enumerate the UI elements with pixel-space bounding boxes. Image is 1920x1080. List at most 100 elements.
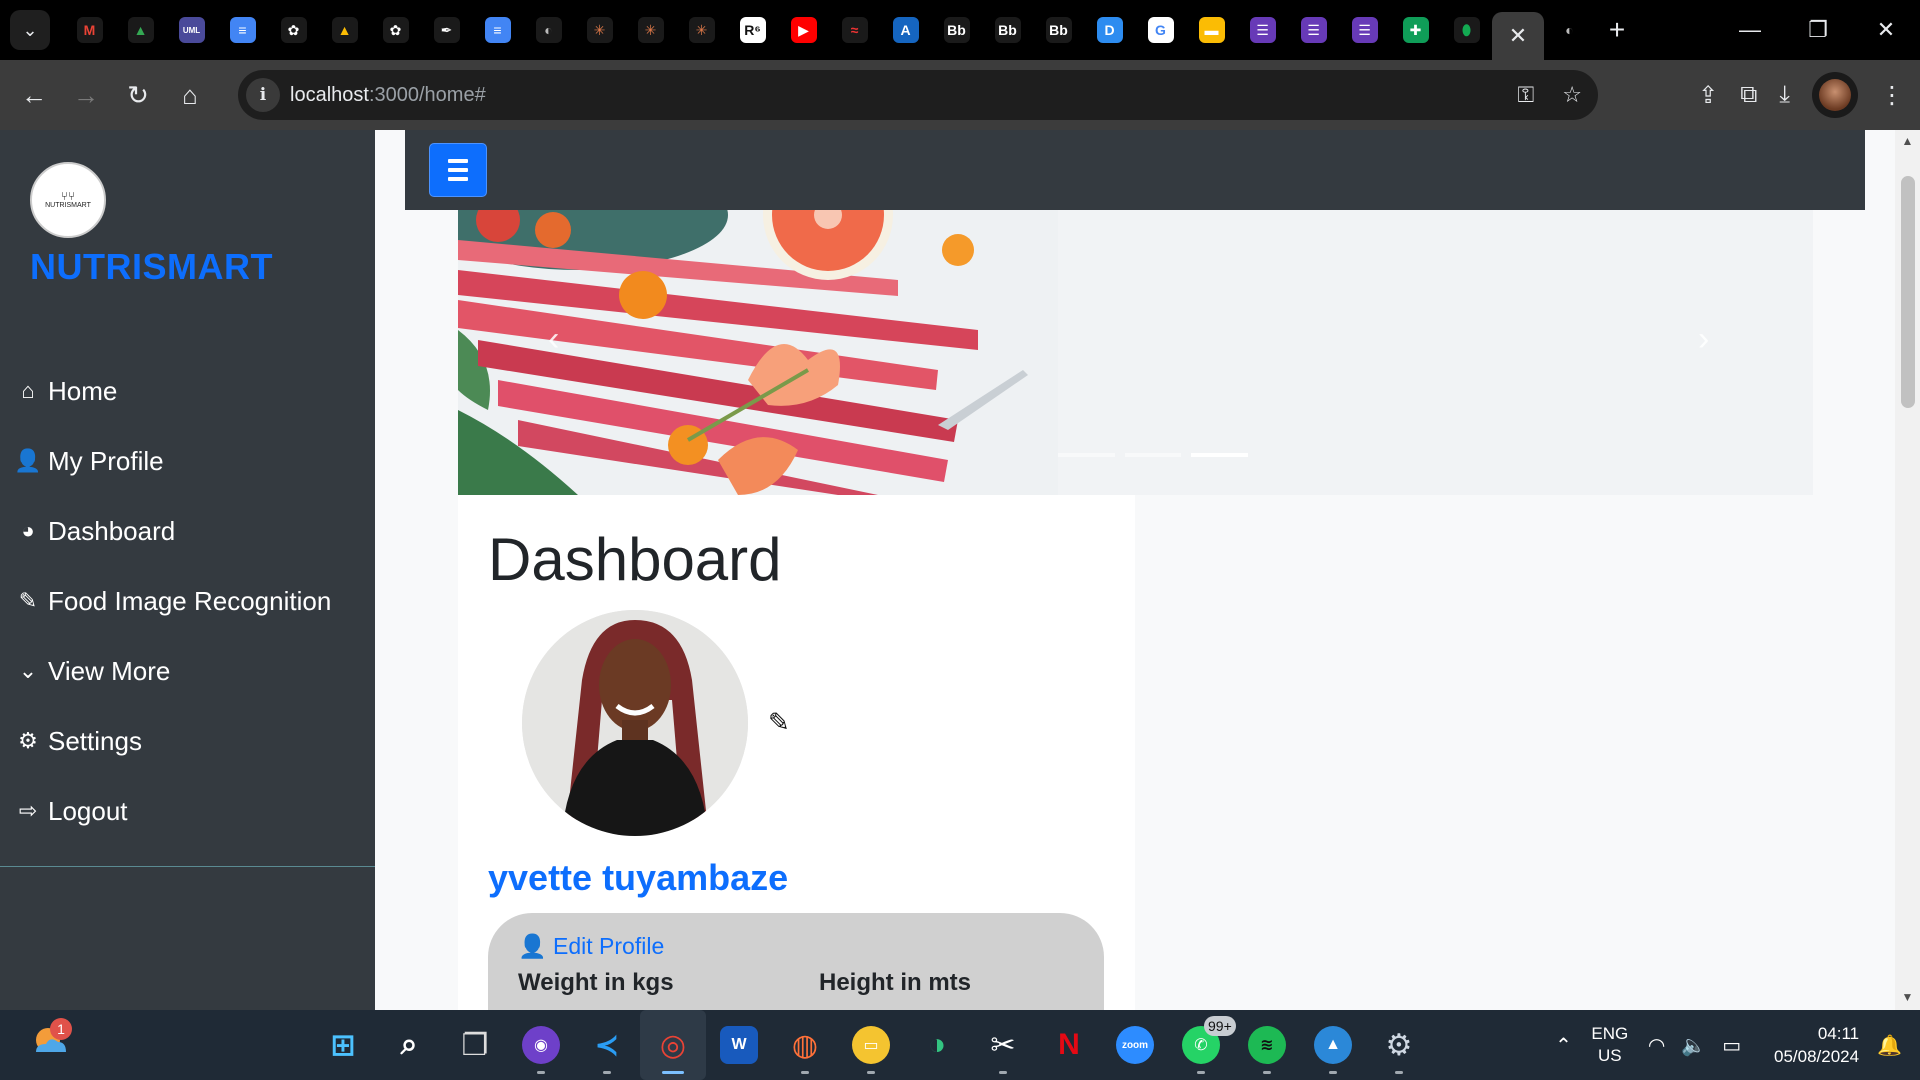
browser-tab[interactable]: ▲ xyxy=(115,8,166,52)
scroll-up-icon[interactable]: ▲ xyxy=(1895,134,1920,148)
sidebar-item-settings[interactable]: ⚙ Settings xyxy=(14,706,331,776)
edit-photo-pencil-icon[interactable]: ✎ xyxy=(768,707,790,738)
taskbar-file-explorer-button[interactable]: ▭ xyxy=(838,1010,904,1080)
kebab-menu-icon[interactable]: ⋮ xyxy=(1880,81,1904,110)
browser-tab[interactable]: ☰ xyxy=(1339,8,1390,52)
browser-tab[interactable]: M xyxy=(64,8,115,52)
browser-tab[interactable]: A xyxy=(880,8,931,52)
hamburger-menu-button[interactable] xyxy=(429,143,487,197)
taskbar-spotify-button[interactable]: ≋ xyxy=(1234,1010,1300,1080)
browser-tab[interactable]: R⁶ xyxy=(727,8,778,52)
taskbar-edge-button[interactable]: ◑ xyxy=(904,1010,970,1080)
taskbar-photos-button[interactable]: ▲ xyxy=(1300,1010,1366,1080)
browser-tab[interactable]: ▬ xyxy=(1186,8,1237,52)
scrollbar-thumb[interactable] xyxy=(1901,176,1915,408)
taskbar-settings-button[interactable]: ⚙ xyxy=(1366,1010,1432,1080)
sidebar-item-home[interactable]: ⌂ Home xyxy=(14,356,331,426)
language-indicator[interactable]: ENG US xyxy=(1580,1023,1640,1067)
taskbar-start-button-button[interactable]: ⊞ xyxy=(310,1010,376,1080)
taskbar-vscode-button[interactable]: ≺ xyxy=(574,1010,640,1080)
back-arrow-icon[interactable]: ← xyxy=(8,69,60,121)
scroll-down-icon[interactable]: ▼ xyxy=(1895,990,1920,1004)
browser-tab[interactable]: ✒ xyxy=(421,8,472,52)
sidebar-item-my-profile[interactable]: 👤 My Profile xyxy=(14,426,331,496)
browser-tab[interactable]: ⬮ xyxy=(1441,8,1492,52)
brand-name[interactable]: NUTRISMART xyxy=(30,246,273,288)
browser-tab[interactable]: ≈ xyxy=(829,8,880,52)
carousel-indicator[interactable] xyxy=(1058,453,1115,457)
taskbar-snipping-tool-button[interactable]: ✂ xyxy=(970,1010,1036,1080)
new-tab-button[interactable]: + xyxy=(1595,8,1639,52)
taskbar-chrome-button[interactable]: ◎ xyxy=(640,1010,706,1080)
restore-icon[interactable]: ❐ xyxy=(1784,0,1852,60)
browser-tab[interactable]: G xyxy=(1135,8,1186,52)
browser-tab[interactable]: ✳ xyxy=(574,8,625,52)
browser-tab[interactable]: ▶ xyxy=(778,8,829,52)
show-hidden-icons-chevron-up-icon[interactable]: ⌃ xyxy=(1555,1033,1572,1058)
browser-tab[interactable]: ✿ xyxy=(268,8,319,52)
close-window-icon[interactable]: ✕ xyxy=(1852,0,1920,60)
clock[interactable]: 04:11 05/08/2024 xyxy=(1749,1022,1859,1068)
profile-avatar[interactable] xyxy=(1812,72,1858,118)
browser-tab[interactable]: ✳ xyxy=(676,8,727,52)
carousel-prev-icon[interactable]: ‹ xyxy=(548,320,559,359)
bookmark-star-icon[interactable]: ☆ xyxy=(1562,82,1582,108)
browser-tab[interactable]: ◐ xyxy=(523,8,574,52)
browser-tab[interactable]: ≡ xyxy=(217,8,268,52)
home-icon[interactable]: ⌂ xyxy=(164,69,216,121)
downloads-icon[interactable]: ⤓ xyxy=(1779,81,1790,109)
minimize-icon[interactable]: — xyxy=(1716,0,1784,60)
active-tab[interactable]: ✕ xyxy=(1492,12,1544,60)
edit-profile-link[interactable]: 👤 Edit Profile xyxy=(518,933,664,960)
browser-tab[interactable]: ✳ xyxy=(625,8,676,52)
sidebar-item-food-image-recognition[interactable]: ✎ Food Image Recognition xyxy=(14,566,332,636)
close-tab-icon[interactable]: ✕ xyxy=(1505,23,1531,49)
browser-tab[interactable]: ≡ xyxy=(472,8,523,52)
browser-tab[interactable]: ☰ xyxy=(1237,8,1288,52)
carousel-indicator[interactable] xyxy=(1191,453,1249,457)
browser-tab[interactable]: Bb xyxy=(982,8,1033,52)
address-bar[interactable]: i localhost:3000/home# ⚿ ☆ xyxy=(238,70,1598,120)
browser-tab[interactable]: ☰ xyxy=(1288,8,1339,52)
taskbar-task-view-button[interactable]: ❐ xyxy=(442,1010,508,1080)
taskbar-word-button[interactable]: W xyxy=(706,1010,772,1080)
wifi-icon[interactable]: ◠ xyxy=(1648,1033,1665,1058)
taskbar-search-button[interactable]: ⌕ xyxy=(376,1010,442,1080)
weather-widget[interactable]: 1 xyxy=(30,1018,72,1066)
sidebar-item-view-more[interactable]: ⌄ View More xyxy=(14,636,331,706)
browser-tab[interactable]: ◐ xyxy=(1544,8,1595,52)
taskbar-firefox-button[interactable]: ◍ xyxy=(772,1010,838,1080)
user-name[interactable]: yvette tuyambaze xyxy=(488,857,788,899)
volume-icon[interactable]: 🔈 xyxy=(1681,1033,1706,1058)
carousel-indicator[interactable] xyxy=(1124,453,1182,457)
taskbar-netflix-button[interactable]: N xyxy=(1036,1010,1102,1080)
browser-tab[interactable]: ✚ xyxy=(1390,8,1441,52)
sidebar-item-logout[interactable]: ⇨ Logout xyxy=(14,776,331,846)
sidebar-item-dashboard[interactable]: ◕ Dashboard xyxy=(14,496,331,566)
browser-tab[interactable]: ▲ xyxy=(319,8,370,52)
carousel-next-icon[interactable]: › xyxy=(1698,320,1709,359)
forward-arrow-icon[interactable]: → xyxy=(60,69,112,121)
taskbar-zoom-button[interactable]: zoom xyxy=(1102,1010,1168,1080)
nutrismart-logo[interactable]: ⑂⑂ NUTRISMART xyxy=(30,162,106,238)
notifications-bell-icon[interactable]: 🔔 xyxy=(1877,1033,1902,1058)
site-info-icon[interactable]: i xyxy=(246,78,280,112)
password-key-icon[interactable]: ⚿ xyxy=(1518,82,1535,108)
browser-tab[interactable]: Bb xyxy=(1033,8,1084,52)
browser-tab[interactable]: Bb xyxy=(931,8,982,52)
taskbar-whatsapp-button[interactable]: ✆ 99+ xyxy=(1168,1010,1236,1080)
url-text[interactable]: localhost:3000/home# xyxy=(290,84,486,107)
extensions-puzzle-icon[interactable]: ⧉ xyxy=(1740,81,1757,109)
extension-upload-icon[interactable]: ⇪ xyxy=(1698,81,1718,110)
tab-search-chevron-down-icon[interactable]: ⌄ xyxy=(10,10,50,50)
browser-tab[interactable]: ✿ xyxy=(370,8,421,52)
vertical-scrollbar[interactable]: ▲ ▼ xyxy=(1895,130,1920,1010)
battery-icon[interactable]: ▭ xyxy=(1722,1033,1741,1058)
taskbar-github-desktop-button[interactable]: ◉ xyxy=(508,1010,574,1080)
browser-tab[interactable]: UML xyxy=(166,8,217,52)
browser-tab[interactable]: D xyxy=(1084,8,1135,52)
reload-icon[interactable]: ↻ xyxy=(112,69,164,121)
profile-photo[interactable] xyxy=(522,610,748,836)
chatgpt-icon: ✿ xyxy=(382,17,409,43)
profile-stats-panel: 👤 Edit Profile Weight in kgs Height in m… xyxy=(488,913,1104,1010)
